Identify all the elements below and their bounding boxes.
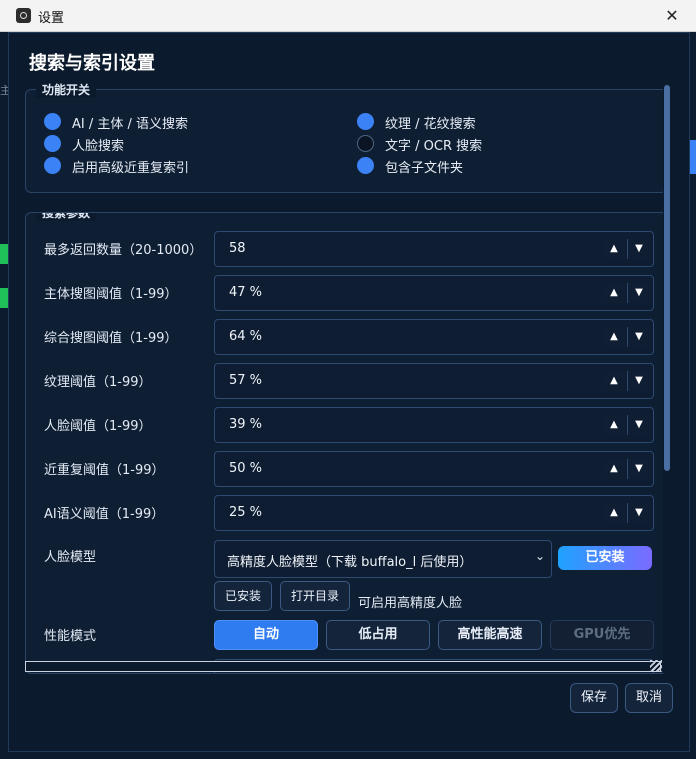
spin-up-icon[interactable]: ▲: [603, 283, 625, 303]
mode-auto-button[interactable]: 自动: [214, 620, 318, 650]
open-directory-button[interactable]: 打开目录: [280, 581, 350, 611]
max-results-label: 最多返回数量（20-1000）: [44, 243, 203, 258]
spinbox-value[interactable]: 25 %: [229, 505, 262, 520]
face-model-hint: 可启用高精度人脸: [358, 596, 463, 611]
spin-down-icon[interactable]: ▼: [627, 283, 650, 303]
checkbox-indicator[interactable]: [44, 135, 61, 152]
spin-down-icon[interactable]: ▼: [627, 327, 650, 347]
spin-down-icon[interactable]: ▼: [627, 371, 650, 391]
spin-down-icon[interactable]: ▼: [627, 503, 650, 523]
subject-threshold-label: 主体搜图阈值（1-99）: [44, 287, 178, 302]
checkbox-indicator[interactable]: [357, 135, 374, 152]
face-threshold-label: 人脸阈值（1-99）: [44, 419, 152, 434]
spinbox-value[interactable]: 64 %: [229, 329, 262, 344]
spinbox-value[interactable]: 58: [229, 241, 246, 256]
toggle-label: 人脸搜索: [72, 139, 125, 154]
close-icon[interactable]: ✕: [662, 6, 682, 26]
face-threshold-spinbox[interactable]: 39 % ▲ ▼: [214, 407, 654, 443]
toggle-label: 文字 / OCR 搜索: [385, 139, 483, 154]
spinbox-value[interactable]: 50 %: [229, 461, 262, 476]
app-camera-icon: [16, 8, 31, 23]
spin-up-icon[interactable]: ▲: [603, 415, 625, 435]
spinbox-value[interactable]: 57 %: [229, 373, 262, 388]
near-duplicate-threshold-spinbox[interactable]: 50 % ▲ ▼: [214, 451, 654, 487]
spin-down-icon[interactable]: ▼: [627, 239, 650, 259]
combined-threshold-label: 综合搜图阈值（1-99）: [44, 331, 178, 346]
save-button[interactable]: 保存: [570, 683, 618, 713]
checkbox-indicator[interactable]: [357, 157, 374, 174]
toggle-label: 纹理 / 花纹搜索: [385, 117, 476, 132]
near-duplicate-threshold-label: 近重复阈值（1-99）: [44, 463, 165, 478]
chevron-down-icon[interactable]: ⌄: [535, 549, 545, 563]
spin-down-icon[interactable]: ▼: [627, 415, 650, 435]
performance-mode-label: 性能模式: [44, 629, 97, 644]
checkbox-indicator[interactable]: [44, 113, 61, 130]
background-green-bar: [0, 288, 8, 308]
spin-down-icon[interactable]: ▼: [627, 459, 650, 479]
title-bar: 设置 ✕: [0, 0, 696, 32]
spin-up-icon[interactable]: ▲: [603, 371, 625, 391]
spin-up-icon[interactable]: ▲: [603, 459, 625, 479]
spinbox-value[interactable]: 39 %: [229, 417, 262, 432]
max-results-spinbox[interactable]: 58 ▲ ▼: [214, 231, 654, 267]
face-model-select[interactable]: 高精度人脸模型（下载 buffalo_l 后使用） ⌄: [214, 540, 552, 578]
group-title: 功能开关: [36, 81, 97, 98]
group-title: 搜索参数: [36, 213, 97, 221]
resize-grip-icon[interactable]: [650, 660, 662, 672]
toggle-label: AI / 主体 / 语义搜索: [72, 117, 189, 132]
mode-gpu-priority-button: GPU优先: [550, 620, 654, 650]
toggle-label: 包含子文件夹: [385, 161, 464, 176]
horizontal-scrollbar[interactable]: [25, 661, 661, 672]
ai-semantic-threshold-label: AI语义阈值（1-99）: [44, 507, 165, 522]
checkbox-indicator[interactable]: [44, 157, 61, 174]
background-green-bar: [0, 244, 8, 264]
search-params-group: 搜索参数 最多返回数量（20-1000） 58 ▲ ▼ 主体搜图阈值（1-99）…: [25, 212, 667, 674]
texture-threshold-label: 纹理阈值（1-99）: [44, 375, 152, 390]
texture-threshold-spinbox[interactable]: 57 % ▲ ▼: [214, 363, 654, 399]
checkbox-indicator[interactable]: [357, 113, 374, 130]
cancel-button[interactable]: 取消: [625, 683, 673, 713]
toggle-label: 启用高级近重复索引: [72, 161, 190, 176]
spinbox-value[interactable]: 47 %: [229, 285, 262, 300]
mode-low-usage-button[interactable]: 低占用: [326, 620, 430, 650]
spin-up-icon[interactable]: ▲: [603, 503, 625, 523]
installed-status-badge: 已安装: [558, 546, 652, 570]
mode-high-performance-button[interactable]: 高性能高速: [438, 620, 542, 650]
ai-semantic-threshold-spinbox[interactable]: 25 % ▲ ▼: [214, 495, 654, 531]
face-model-label: 人脸模型: [44, 550, 97, 565]
window-title: 设置: [38, 11, 65, 26]
installed-button[interactable]: 已安装: [214, 581, 272, 611]
settings-dialog: 搜索与索引设置 功能开关 AI / 主体 / 语义搜索 纹理 / 花纹搜索 人脸…: [8, 32, 690, 752]
spin-up-icon[interactable]: ▲: [603, 239, 625, 259]
scrollbar-thumb[interactable]: [664, 85, 670, 471]
feature-toggles-group: 功能开关 AI / 主体 / 语义搜索 纹理 / 花纹搜索 人脸搜索 文字 / …: [25, 81, 667, 193]
page-title: 搜索与索引设置: [29, 53, 155, 74]
combined-threshold-spinbox[interactable]: 64 % ▲ ▼: [214, 319, 654, 355]
subject-threshold-spinbox[interactable]: 47 % ▲ ▼: [214, 275, 654, 311]
face-model-selected[interactable]: 高精度人脸模型（下载 buffalo_l 后使用）: [227, 551, 472, 570]
spin-up-icon[interactable]: ▲: [603, 327, 625, 347]
